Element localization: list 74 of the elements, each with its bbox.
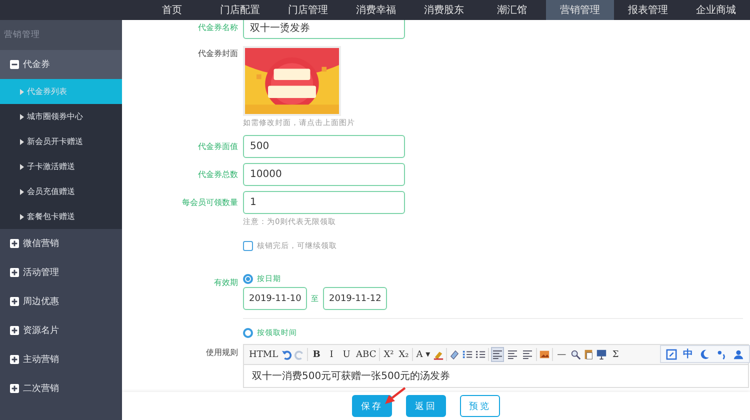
caret-icon [20, 214, 24, 220]
field-label: 代金券名称 [197, 22, 238, 33]
nav-tab[interactable]: 首页 [138, 0, 206, 20]
image-icon[interactable] [539, 349, 550, 360]
undo-icon[interactable] [281, 349, 292, 360]
date-field[interactable]: 2019-11-12 [323, 287, 387, 310]
caret-icon [20, 88, 24, 94]
nav-tab[interactable]: 营销管理 [546, 0, 614, 20]
clipboard-icon[interactable] [583, 349, 594, 360]
radio-button[interactable] [243, 328, 253, 338]
caret-icon [20, 188, 24, 194]
sidebar-group[interactable]: 代金券 [0, 50, 122, 79]
moon-icon[interactable] [699, 348, 710, 360]
caret-icon [20, 114, 24, 120]
plus-icon [10, 355, 19, 364]
nav-tab[interactable]: 消费股东 [410, 0, 478, 20]
user-icon[interactable] [733, 348, 744, 360]
monitor-icon[interactable] [596, 349, 608, 360]
radio-button[interactable] [243, 274, 253, 284]
bullet-list-icon[interactable] [475, 349, 486, 360]
field-label: 代金券总数 [197, 169, 238, 180]
sidebar-group[interactable]: 资源名片 [0, 316, 122, 345]
sidebar-item[interactable]: 子卡激活赠送 [0, 154, 122, 179]
toolbar-button[interactable]: U [340, 347, 354, 362]
editor-text: 双十一消费500元可获赠一张500元的汤发券 [251, 370, 452, 384]
sidebar-title: 营销管理 [0, 20, 122, 50]
toolbar-button[interactable]: X² [382, 347, 396, 362]
punctuation-icon[interactable] [716, 348, 727, 360]
toolbar-button[interactable]: HTML [248, 347, 280, 362]
nav-tab[interactable]: 潮汇馆 [478, 0, 546, 20]
field-label: 每会员可领数量 [181, 197, 238, 208]
sidebar-group[interactable]: 活动管理 [0, 258, 122, 287]
sidebar-group[interactable]: 微信营销 [0, 229, 122, 258]
caret-icon [20, 164, 24, 170]
input-field[interactable]: 1 [243, 191, 405, 214]
plus-icon [10, 239, 19, 248]
sidebar-item[interactable]: 套餐包卡赠送 [0, 204, 122, 229]
align-button[interactable] [491, 347, 504, 362]
input-field[interactable]: 500 [243, 135, 405, 158]
toolbar-button[interactable]: — [555, 347, 568, 362]
highlighter-icon[interactable] [433, 349, 444, 360]
sidebar-group[interactable]: 二次营销 [0, 374, 122, 403]
sidebar-item[interactable]: 会员充值赠送 [0, 179, 122, 204]
search-icon[interactable] [570, 349, 582, 360]
sidebar-group[interactable]: 主动营销 [0, 345, 122, 374]
toolbar-button[interactable]: Σ [609, 347, 622, 362]
field-label: 代金券面值 [197, 141, 238, 152]
numbered-list-icon[interactable] [462, 349, 474, 360]
sidebar-item[interactable]: 城市圈领券中心 [0, 104, 122, 129]
toolbar-button[interactable]: A ▾ [415, 347, 432, 362]
sidebar-item[interactable]: 新会员开卡赠送 [0, 129, 122, 154]
field-label: 代金券封面 [197, 48, 238, 59]
keyboard-icon[interactable] [666, 348, 677, 360]
toolbar-button[interactable]: I [325, 347, 338, 362]
eraser-icon[interactable] [449, 349, 460, 360]
plus-icon [10, 268, 19, 277]
checkbox[interactable] [243, 241, 253, 251]
field-label: 使用规则 [205, 347, 238, 358]
sidebar-group[interactable]: 周边优惠 [0, 287, 122, 316]
nav-tab[interactable]: 企业商城 [682, 0, 750, 20]
toolbar-button[interactable]: ABC [355, 347, 378, 362]
plus-icon [10, 384, 19, 393]
caret-icon [20, 138, 24, 144]
minus-icon [10, 60, 19, 69]
bold-button[interactable]: B [310, 347, 324, 362]
ime-mode-toggle[interactable]: 中 [683, 347, 693, 361]
annotation-arrow [385, 387, 406, 404]
toolbar-button[interactable]: X₂ [397, 347, 410, 362]
plus-icon [10, 297, 19, 306]
field-label: 有效期 [213, 277, 238, 288]
input-field[interactable]: 10000 [243, 163, 405, 186]
plus-icon [10, 326, 19, 335]
date-field[interactable]: 2019-11-10 [243, 287, 307, 310]
nav-tab[interactable]: 报表管理 [614, 0, 682, 20]
